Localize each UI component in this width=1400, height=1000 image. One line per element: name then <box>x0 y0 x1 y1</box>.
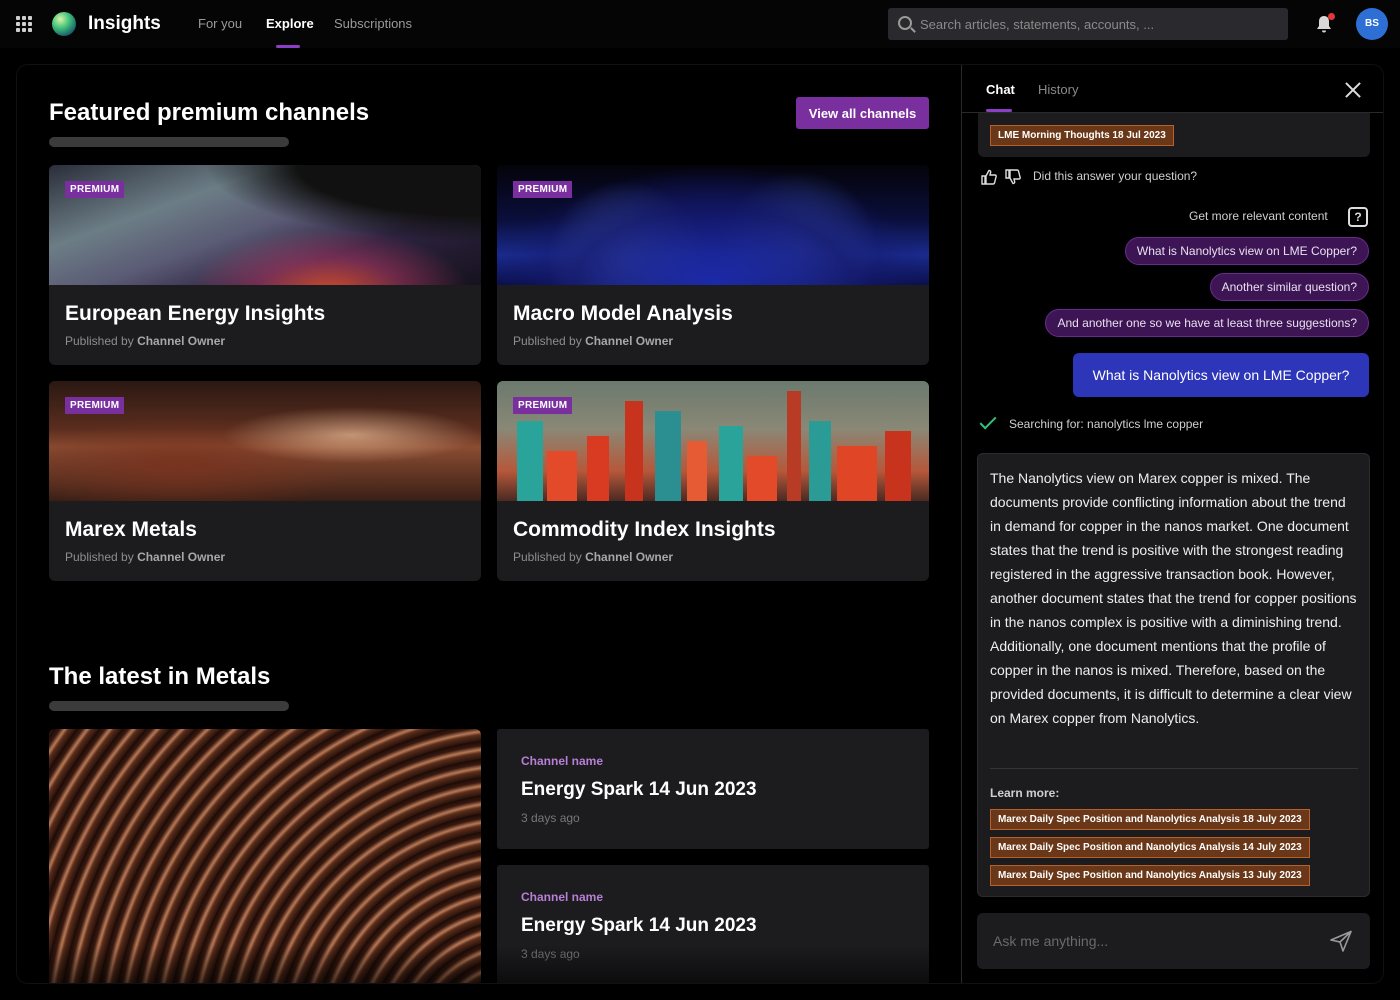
channel-card-title: Marex Metals <box>65 518 197 541</box>
article-card[interactable]: Channel name Energy Spark 14 Jun 2023 3 … <box>497 865 929 983</box>
channel-card-macro-model[interactable]: PREMIUM Macro Model Analysis Published b… <box>497 165 929 365</box>
premium-badge: PREMIUM <box>65 397 125 414</box>
top-bar: Insights For you Explore Subscriptions B… <box>0 0 1400 48</box>
more-content-label: Get more relevant content <box>1189 209 1328 223</box>
channel-card-marex-metals[interactable]: PREMIUM Marex Metals Published by Channe… <box>49 381 481 581</box>
feedback-question: Did this answer your question? <box>1033 169 1198 183</box>
featured-section-title: Featured premium channels <box>49 99 370 126</box>
check-icon <box>979 412 997 430</box>
chat-header-divider <box>962 112 1383 113</box>
channel-card-title: Commodity Index Insights <box>513 518 776 541</box>
source-tag[interactable]: Marex Daily Spec Position and Nanolytics… <box>990 837 1310 858</box>
channel-card-publisher: Published by Channel Owner <box>513 550 673 564</box>
channel-card-publisher: Published by Channel Owner <box>65 550 225 564</box>
published-by-label: Published by <box>65 334 134 348</box>
app-title: Insights <box>88 13 161 34</box>
source-tag[interactable]: Marex Daily Spec Position and Nanolytics… <box>990 865 1310 886</box>
search-input[interactable] <box>920 8 1276 40</box>
premium-badge: PREMIUM <box>513 181 573 198</box>
article-timestamp: 3 days ago <box>521 811 580 825</box>
chat-tab-history[interactable]: History <box>1038 82 1078 97</box>
app-logo <box>52 12 76 36</box>
latest-hero-image[interactable] <box>49 729 481 983</box>
channel-owner: Channel Owner <box>585 550 674 564</box>
channel-card-publisher: Published by Channel Owner <box>65 334 225 348</box>
nav-tab-subscriptions[interactable]: Subscriptions <box>334 16 412 31</box>
channel-card-european-energy[interactable]: PREMIUM European Energy Insights Publish… <box>49 165 481 365</box>
article-title: Energy Spark 14 Jun 2023 <box>521 779 757 800</box>
user-avatar[interactable]: BS <box>1356 8 1388 40</box>
article-title: Energy Spark 14 Jun 2023 <box>521 915 757 936</box>
explore-content: Featured premium channels View all chann… <box>17 65 961 983</box>
main-panel: Featured premium channels View all chann… <box>16 64 1384 984</box>
suggestion-chip[interactable]: What is Nanolytics view on LME Copper? <box>1124 237 1369 265</box>
suggestion-chip[interactable]: And another one so we have at least thre… <box>1045 309 1369 337</box>
nav-tab-explore[interactable]: Explore <box>266 16 314 31</box>
notification-dot <box>1328 13 1335 20</box>
article-card[interactable]: Channel name Energy Spark 14 Jun 2023 3 … <box>497 729 929 849</box>
channel-owner: Channel Owner <box>137 334 226 348</box>
channel-card-title: Macro Model Analysis <box>513 302 733 325</box>
channel-card-commodity-index[interactable]: PREMIUM Commodity Index Insights Publish… <box>497 381 929 581</box>
chat-input[interactable] <box>993 913 1313 969</box>
channel-owner: Channel Owner <box>137 550 226 564</box>
published-by-label: Published by <box>513 334 582 348</box>
source-tag[interactable]: LME Morning Thoughts 18 Jul 2023 <box>990 125 1174 146</box>
premium-badge: PREMIUM <box>513 397 573 414</box>
channel-card-publisher: Published by Channel Owner <box>513 334 673 348</box>
chat-header <box>962 65 1383 113</box>
latest-section-bar <box>49 701 289 711</box>
search-bar[interactable] <box>888 8 1288 40</box>
suggestion-chip[interactable]: Another similar question? <box>1209 273 1369 301</box>
thumbs-down-icon[interactable] <box>1005 169 1021 185</box>
user-message-bubble: What is Nanolytics view on LME Copper? <box>1073 353 1369 397</box>
channel-owner: Channel Owner <box>585 334 674 348</box>
premium-badge: PREMIUM <box>65 181 125 198</box>
app-grid-icon[interactable] <box>16 16 32 32</box>
answer-divider <box>990 768 1358 769</box>
article-channel-name: Channel name <box>521 754 604 768</box>
search-icon <box>898 16 912 30</box>
chat-input-box[interactable] <box>977 913 1370 969</box>
published-by-label: Published by <box>513 550 582 564</box>
featured-section-bar <box>49 137 289 147</box>
published-by-label: Published by <box>65 550 134 564</box>
chat-tab-chat[interactable]: Chat <box>986 82 1015 97</box>
help-question-icon[interactable]: ? <box>1348 207 1368 227</box>
send-icon[interactable] <box>1329 930 1353 952</box>
search-status: Searching for: nanolytics lme copper <box>1009 417 1204 431</box>
answer-box: The Nanolytics view on Marex copper is m… <box>977 453 1370 897</box>
article-channel-name: Channel name <box>521 890 604 904</box>
view-all-channels-button[interactable]: View all channels <box>796 97 929 129</box>
latest-section-title: The latest in Metals <box>49 663 271 690</box>
nav-tab-for-you[interactable]: For you <box>198 16 242 31</box>
answer-text: The Nanolytics view on Marex copper is m… <box>990 470 1357 726</box>
article-timestamp: 3 days ago <box>521 947 580 961</box>
learn-more-label: Learn more: <box>990 786 1060 800</box>
channel-card-title: European Energy Insights <box>65 302 326 325</box>
thumbs-up-icon[interactable] <box>981 169 997 185</box>
close-icon[interactable] <box>1344 81 1362 99</box>
active-tab-indicator <box>276 45 300 48</box>
chat-panel: LME Morning Thoughts 18 Jul 2023 Chat Hi… <box>961 65 1383 983</box>
source-tag[interactable]: Marex Daily Spec Position and Nanolytics… <box>990 809 1310 830</box>
